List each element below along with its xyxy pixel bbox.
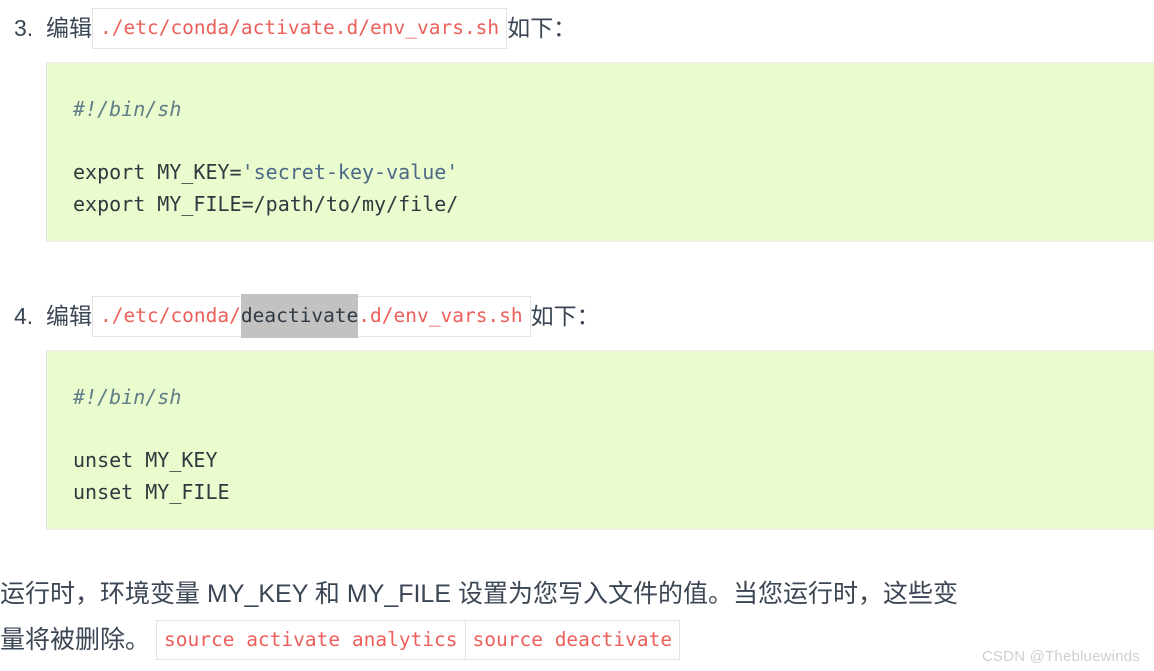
inline-code-path[interactable]: ./etc/conda/deactivate.d/env_vars.sh [92, 294, 531, 338]
code-text: export MY_KEY= [73, 160, 242, 184]
closing-text: 量将被删除。 [0, 626, 151, 654]
code-text: unset MY_KEY [73, 448, 218, 472]
code-line: export MY_FILE=/path/to/my/file/ [73, 188, 1154, 220]
inline-code-source-activate[interactable]: source activate analytics [156, 619, 465, 661]
list-item: 3. 编辑 ./etc/conda/activate.d/env_vars.sh… [0, 8, 576, 49]
closing-line-2: 量将被删除。 source activate analytics source … [0, 618, 1154, 662]
code-text: export MY_FILE=/path/to/my/file/ [73, 192, 459, 216]
code-line-comment: #!/bin/sh [73, 385, 182, 409]
watermark: CSDN @Thebluewinds [981, 648, 1140, 665]
inline-code-source-deactivate[interactable]: source deactivate [464, 619, 681, 661]
list-marker: 3. [14, 14, 34, 41]
step-lead-text: 编辑 [46, 302, 92, 329]
step-trail-text: 如下： [507, 14, 577, 41]
step-lead-text: 编辑 [46, 14, 92, 41]
code-text: unset MY_FILE [73, 480, 230, 504]
closing-paragraph: 运行时，环境变量 MY_KEY 和 MY_FILE 设置为您写入文件的值。当您运… [0, 572, 1154, 662]
list-item: 4. 编辑 ./etc/conda/deactivate.d/env_vars.… [0, 294, 600, 338]
code-block-activate-script: #!/bin/sh export MY_KEY='secret-key-valu… [46, 62, 1154, 242]
inline-code-path[interactable]: ./etc/conda/activate.d/env_vars.sh [92, 8, 508, 49]
code-line-comment: #!/bin/sh [73, 97, 182, 121]
list-marker: 4. [14, 302, 34, 329]
code-block-deactivate-script: #!/bin/sh unset MY_KEY unset MY_FILE [46, 350, 1154, 530]
inline-code-group: source activate analytics source deactiv… [156, 619, 681, 661]
closing-line-1: 运行时，环境变量 MY_KEY 和 MY_FILE 设置为您写入文件的值。当您运… [0, 572, 1154, 616]
code-line: unset MY_KEY [73, 444, 1154, 476]
closing-text: 运行时，环境变量 MY_KEY 和 MY_FILE 设置为您写入文件的值。当您运… [0, 580, 958, 608]
code-string-literal: 'secret-key-value' [241, 160, 459, 184]
code-line: unset MY_FILE [73, 476, 1154, 508]
path-text: .d/env_vars.sh [358, 304, 523, 327]
step-trail-text: 如下： [530, 302, 600, 329]
text-selection-highlight[interactable]: deactivate [240, 294, 359, 338]
code-line: export MY_KEY='secret-key-value' [73, 156, 1154, 188]
path-text: ./etc/conda/ [100, 304, 241, 327]
path-text: ./etc/conda/activate.d/env_vars.sh [100, 16, 500, 39]
